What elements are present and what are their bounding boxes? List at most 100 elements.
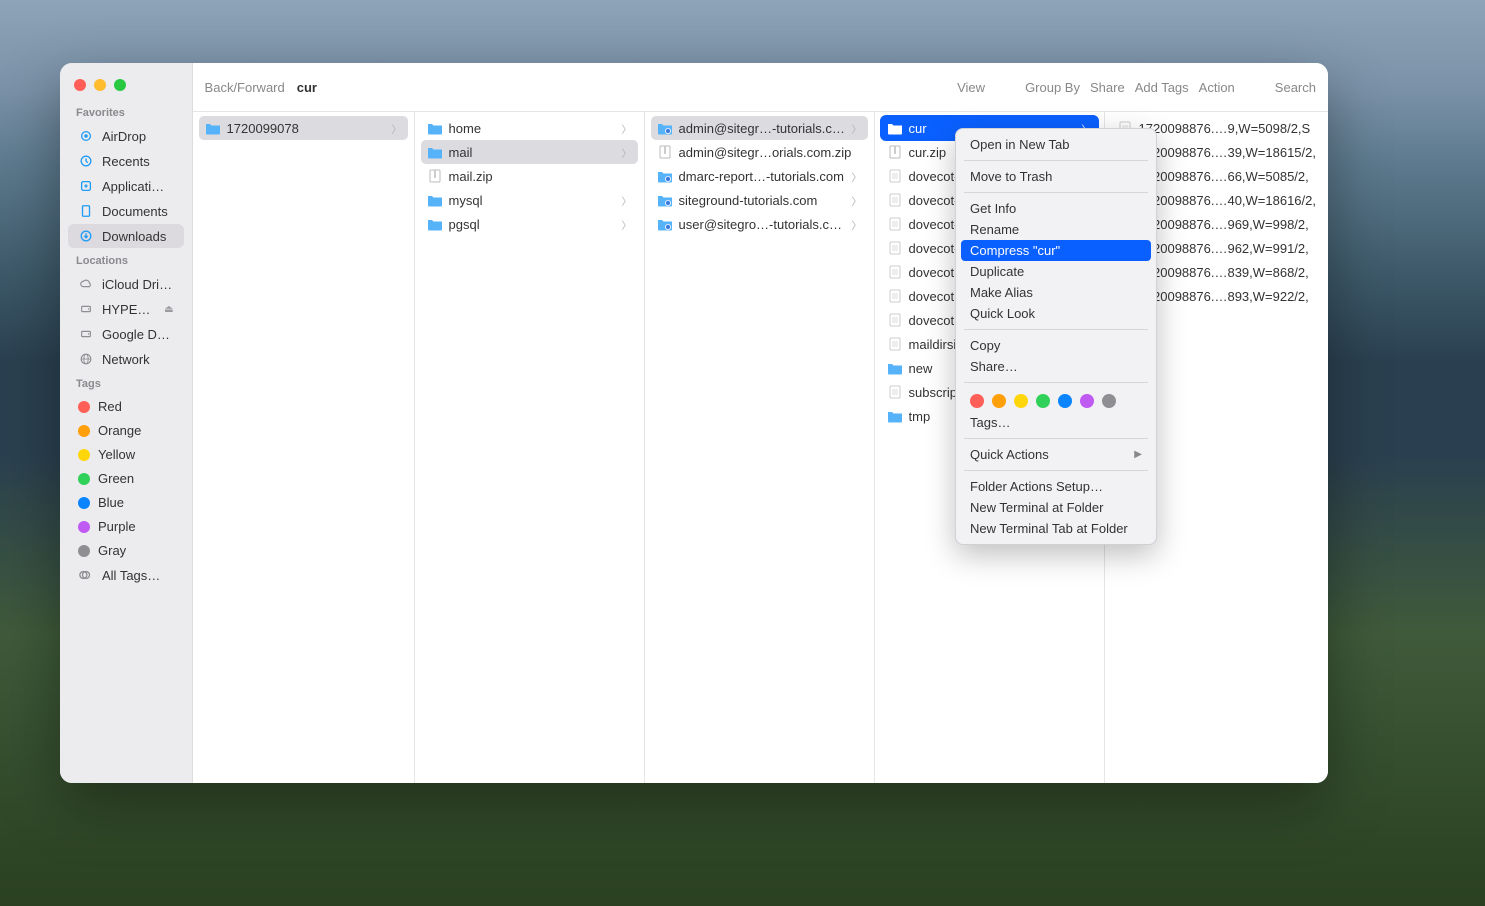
cm-quick-look[interactable]: Quick Look: [956, 303, 1156, 324]
chevron-right-icon: 〉: [622, 193, 632, 208]
tag-color-dot[interactable]: [992, 394, 1006, 408]
file-name-label: 1720099078: [227, 121, 386, 136]
file-name-label: 1720098876.…969,W=998/2,: [1139, 217, 1316, 232]
file-name-label: pgsql: [449, 217, 616, 232]
file-row-mysql[interactable]: mysql 〉: [421, 188, 638, 212]
sidebar-item-label: Red: [98, 399, 174, 414]
tag-color-dot[interactable]: [1080, 394, 1094, 408]
file-row-admin-sitegr-orials-com-zip[interactable]: admin@sitegr…orials.com.zip: [651, 140, 868, 164]
tag-dot-icon: [78, 473, 90, 485]
action-button[interactable]: Action: [1199, 80, 1235, 95]
file-row-pgsql[interactable]: pgsql 〉: [421, 212, 638, 236]
chevron-right-icon: 〉: [622, 217, 632, 232]
tag-color-dot[interactable]: [1058, 394, 1072, 408]
tag-color-dot[interactable]: [970, 394, 984, 408]
sidebar-tag-orange[interactable]: Orange: [68, 419, 184, 442]
back-forward-button[interactable]: Back/Forward: [205, 80, 285, 95]
sidebar-tag-blue[interactable]: Blue: [68, 491, 184, 514]
cm-get-info[interactable]: Get Info: [956, 198, 1156, 219]
sidebar-item-icloud-dri[interactable]: iCloud Dri…: [68, 272, 184, 296]
view-button[interactable]: View: [957, 80, 985, 95]
disk-icon: [78, 301, 94, 317]
group-by-button[interactable]: Group By: [1025, 80, 1080, 95]
cm-tag-colors: [956, 388, 1156, 412]
sidebar-item-google-d[interactable]: Google D…: [68, 322, 184, 346]
cm-tags[interactable]: Tags…: [956, 412, 1156, 433]
cm-new-terminal-at-folder[interactable]: New Terminal at Folder: [956, 497, 1156, 518]
close-window-button[interactable]: [74, 79, 86, 91]
zip-icon: [887, 144, 903, 160]
sidebar-tag-green[interactable]: Green: [68, 467, 184, 490]
tag-color-dot[interactable]: [1102, 394, 1116, 408]
file-row-mail[interactable]: mail 〉: [421, 140, 638, 164]
file-row-mail-zip[interactable]: mail.zip: [421, 164, 638, 188]
sidebar-item-documents[interactable]: Documents: [68, 199, 184, 223]
folder-icon: [427, 120, 443, 136]
file-row-dmarc-report-tutorials-com[interactable]: dmarc-report…-tutorials.com 〉: [651, 164, 868, 188]
file-icon: [887, 168, 903, 184]
sidebar-item-label: Blue: [98, 495, 174, 510]
cm-separator: [964, 382, 1148, 383]
zip-icon: [657, 144, 673, 160]
sidebar-item-network[interactable]: Network: [68, 347, 184, 371]
minimize-window-button[interactable]: [94, 79, 106, 91]
file-row-user-sitegro-tutorials-com[interactable]: user@sitegro…-tutorials.com 〉: [651, 212, 868, 236]
fullscreen-window-button[interactable]: [114, 79, 126, 91]
app-icon: [78, 178, 94, 194]
file-row-admin-sitegr-tutorials-com[interactable]: admin@sitegr…-tutorials.com 〉: [651, 116, 868, 140]
file-name-label: mysql: [449, 193, 616, 208]
file-name-label: admin@sitegr…-tutorials.com: [679, 121, 846, 136]
tag-color-dot[interactable]: [1014, 394, 1028, 408]
sidebar-item-downloads[interactable]: Downloads: [68, 224, 184, 248]
search-button[interactable]: Search: [1275, 80, 1316, 95]
cm-open-new-tab[interactable]: Open in New Tab: [956, 134, 1156, 155]
file-name-label: user@sitegro…-tutorials.com: [679, 217, 846, 232]
sidebar-item-all-tags[interactable]: All Tags…: [68, 563, 184, 587]
cm-rename[interactable]: Rename: [956, 219, 1156, 240]
folder-icon: [887, 408, 903, 424]
sidebar-item-recents[interactable]: Recents: [68, 149, 184, 173]
sidebar-tag-yellow[interactable]: Yellow: [68, 443, 184, 466]
cm-compress[interactable]: Compress "cur": [961, 240, 1151, 261]
tag-color-dot[interactable]: [1036, 394, 1050, 408]
cm-copy[interactable]: Copy: [956, 335, 1156, 356]
eject-icon[interactable]: ⏏: [164, 304, 173, 315]
file-row-1720099078[interactable]: 1720099078 〉: [199, 116, 408, 140]
cm-duplicate[interactable]: Duplicate: [956, 261, 1156, 282]
chevron-right-icon: ▶: [1134, 449, 1142, 460]
tag-dot-icon: [78, 401, 90, 413]
cm-move-to-trash[interactable]: Move to Trash: [956, 166, 1156, 187]
file-row-home[interactable]: home 〉: [421, 116, 638, 140]
folder-remote-icon: [657, 216, 673, 232]
sidebar-item-label: iCloud Dri…: [102, 277, 174, 292]
file-row-siteground-tutorials-com[interactable]: siteground-tutorials.com 〉: [651, 188, 868, 212]
sidebar-item-hype[interactable]: HYPE… ⏏: [68, 297, 184, 321]
sidebar-item-airdrop[interactable]: AirDrop: [68, 124, 184, 148]
cm-make-alias[interactable]: Make Alias: [956, 282, 1156, 303]
sidebar-tag-purple[interactable]: Purple: [68, 515, 184, 538]
sidebar-item-label: Google D…: [102, 327, 174, 342]
cloud-icon: [78, 276, 94, 292]
column-browser: 1720099078 〉 home 〉 mail 〉 mail.zip mysq…: [193, 112, 1328, 783]
file-icon: [887, 288, 903, 304]
cm-share[interactable]: Share…: [956, 356, 1156, 377]
chevron-right-icon: 〉: [392, 121, 402, 136]
sidebar-item-applicati[interactable]: Applicati…: [68, 174, 184, 198]
sidebar-tag-red[interactable]: Red: [68, 395, 184, 418]
share-button[interactable]: Share: [1090, 80, 1125, 95]
file-icon: [887, 312, 903, 328]
cm-folder-actions-setup[interactable]: Folder Actions Setup…: [956, 476, 1156, 497]
cm-quick-actions[interactable]: Quick Actions ▶: [956, 444, 1156, 465]
cm-separator: [964, 160, 1148, 161]
file-name-label: home: [449, 121, 616, 136]
globe-icon: [78, 351, 94, 367]
sidebar-item-label: Yellow: [98, 447, 174, 462]
zip-icon: [427, 168, 443, 184]
sidebar-tag-gray[interactable]: Gray: [68, 539, 184, 562]
sidebar-item-label: Recents: [102, 154, 174, 169]
cm-new-terminal-tab-at-folder[interactable]: New Terminal Tab at Folder: [956, 518, 1156, 539]
sidebar-item-label: HYPE…: [102, 302, 156, 317]
add-tags-button[interactable]: Add Tags: [1135, 80, 1189, 95]
sidebar-item-label: AirDrop: [102, 129, 174, 144]
folder-icon: [427, 216, 443, 232]
